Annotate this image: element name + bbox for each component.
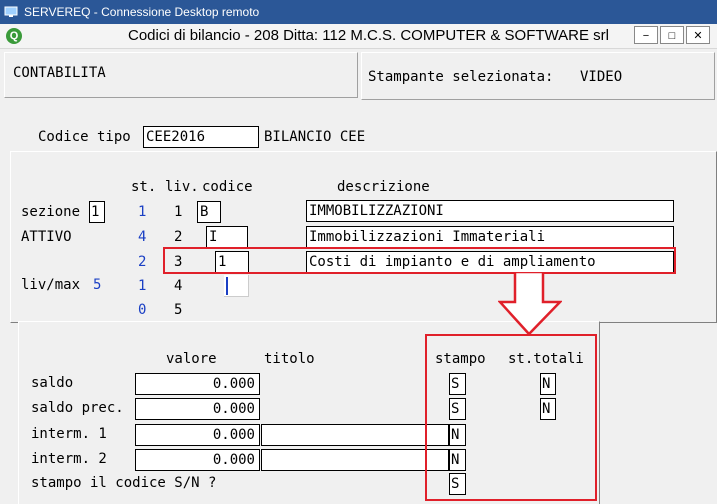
- row-liv: 1: [174, 204, 183, 220]
- highlight-box-stampo: [425, 334, 597, 501]
- interm2-valore-input[interactable]: 0.000: [135, 449, 260, 471]
- printer-panel: Stampante selezionata: VIDEO: [361, 52, 715, 100]
- livmax-label: liv/max: [21, 277, 81, 293]
- printer-value: VIDEO: [580, 69, 623, 85]
- saldo-prec-label: saldo prec.: [31, 400, 124, 416]
- row-st: 1: [138, 278, 147, 294]
- interm1-valore-input[interactable]: 0.000: [135, 424, 260, 446]
- saldo-prec-valore-input[interactable]: 0.000: [135, 398, 260, 420]
- annotation-arrow-icon: [498, 272, 562, 336]
- maximize-button[interactable]: □: [660, 26, 684, 44]
- rdp-title: SERVEREQ - Connessione Desktop remoto: [24, 5, 260, 19]
- app-logo-icon: Q: [6, 28, 22, 44]
- app-title-bar: Q Codici di bilancio - 208 Ditta: 112 M.…: [0, 24, 717, 49]
- rdp-title-bar: SERVEREQ - Connessione Desktop remoto: [0, 0, 717, 24]
- codice-tipo-desc: BILANCIO CEE: [264, 129, 366, 145]
- livmax-value: 5: [93, 277, 102, 293]
- row-codice-input[interactable]: B: [197, 201, 221, 223]
- header-descrizione: descrizione: [337, 179, 430, 195]
- row-st: 0: [138, 302, 147, 318]
- stampo-codice-label: stampo il codice S/N ?: [31, 475, 217, 491]
- attivo-label: ATTIVO: [21, 229, 72, 245]
- row-liv: 4: [174, 278, 183, 294]
- module-panel: CONTABILITA: [4, 52, 358, 98]
- window-title: Codici di bilancio - 208 Ditta: 112 M.C.…: [128, 27, 609, 44]
- row-descrizione-input[interactable]: Immobilizzazioni Immateriali: [306, 226, 674, 248]
- saldo-valore-input[interactable]: 0.000: [135, 373, 260, 395]
- row-liv: 2: [174, 229, 183, 245]
- header-titolo: titolo: [264, 351, 315, 367]
- text-cursor: [226, 277, 228, 295]
- remote-desktop-icon: [4, 6, 18, 17]
- interm1-label: interm. 1: [31, 426, 107, 442]
- codice-tipo-input[interactable]: CEE2016: [143, 126, 259, 148]
- header-valore: valore: [166, 351, 217, 367]
- row-st: 2: [138, 254, 147, 270]
- header-liv: liv.: [165, 179, 199, 195]
- interm1-titolo-input[interactable]: [261, 424, 449, 446]
- header-st: st.: [131, 179, 157, 195]
- row-st: 4: [138, 229, 147, 245]
- saldo-label: saldo: [31, 375, 74, 391]
- printer-label: Stampante selezionata:: [368, 69, 554, 85]
- interm2-label: interm. 2: [31, 451, 107, 467]
- sezione-label: sezione: [21, 204, 81, 220]
- header-codice: codice: [202, 179, 253, 195]
- minimize-button[interactable]: −: [634, 26, 658, 44]
- row-liv: 5: [174, 302, 183, 318]
- highlight-box-row: [163, 247, 676, 274]
- interm2-titolo-input[interactable]: [261, 449, 449, 471]
- codice-tipo-label: Codice tipo: [38, 129, 131, 145]
- row-codice-input[interactable]: I: [206, 226, 248, 248]
- sezione-input[interactable]: 1: [89, 201, 105, 223]
- row-st: 1: [138, 204, 147, 220]
- row-descrizione-input[interactable]: IMMOBILIZZAZIONI: [306, 200, 674, 222]
- module-label: CONTABILITA: [13, 65, 106, 81]
- close-button[interactable]: ✕: [686, 26, 710, 44]
